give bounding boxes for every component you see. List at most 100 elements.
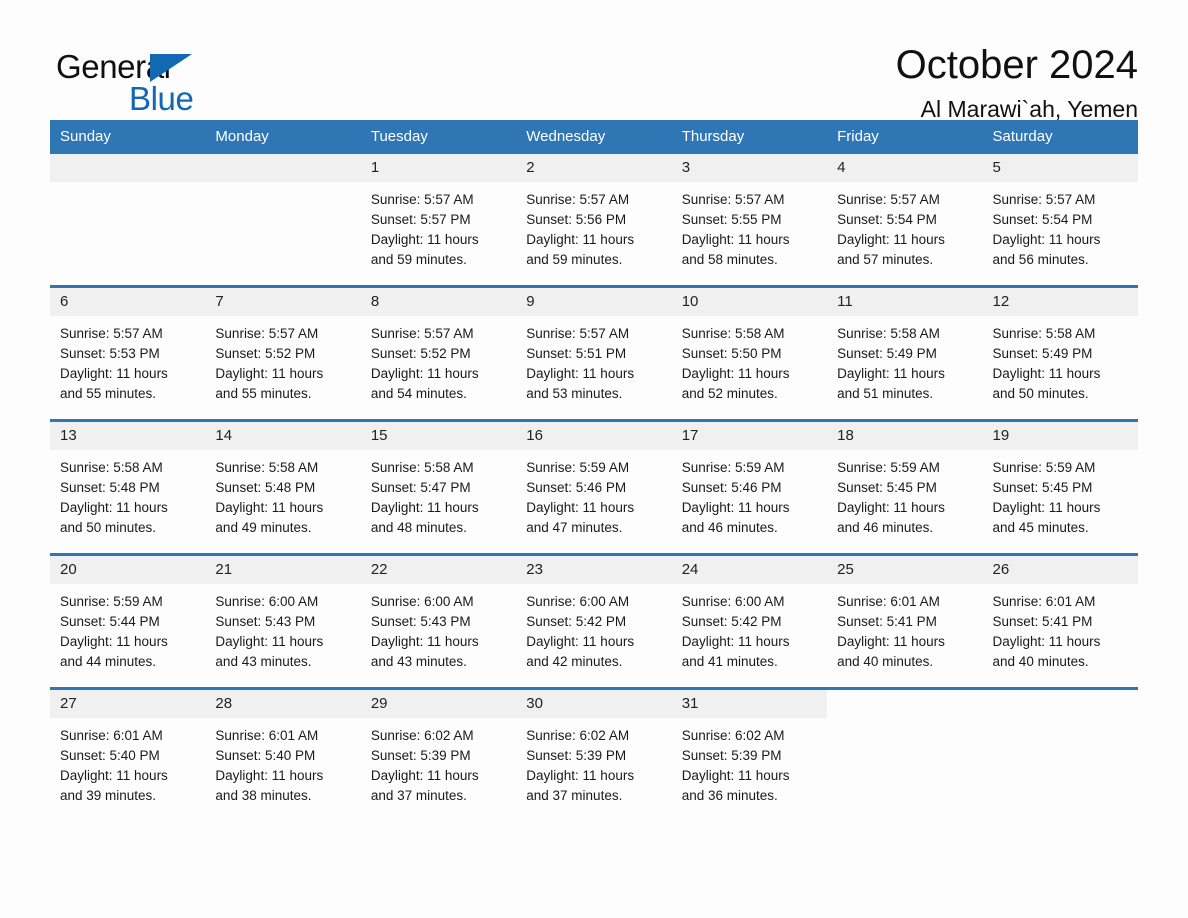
day-number: 5 bbox=[982, 154, 1138, 182]
calendar-day-cell[interactable]: 31 Sunrise: 6:02 AM Sunset: 5:39 PM Dayligh… bbox=[671, 690, 828, 821]
daylight-line-1: Daylight: 11 hours bbox=[992, 366, 1101, 381]
daylight-line-1: Daylight: 11 hours bbox=[215, 634, 324, 649]
calendar-day-cell[interactable]: 12 Sunrise: 5:58 AM Sunset: 5:49 PM Dayligh… bbox=[982, 288, 1138, 419]
sunset-time: Sunset: 5:55 PM bbox=[681, 212, 782, 227]
day-number: 4 bbox=[827, 154, 983, 182]
daylight-line-1: Daylight: 11 hours bbox=[526, 768, 635, 783]
day-details: Sunrise: 6:01 AM Sunset: 5:40 PM Daylight:… bbox=[50, 718, 205, 806]
day-number bbox=[50, 154, 206, 182]
day-number: 14 bbox=[205, 422, 361, 450]
day-details: Sunrise: 5:59 AM Sunset: 5:44 PM Daylight:… bbox=[50, 584, 205, 672]
sunset-time: Sunset: 5:48 PM bbox=[215, 480, 316, 495]
day-details: Sunrise: 6:01 AM Sunset: 5:41 PM Daylight:… bbox=[983, 584, 1138, 672]
sunset-time: Sunset: 5:43 PM bbox=[370, 614, 471, 629]
calendar-day-cell[interactable]: 27 Sunrise: 6:01 AM Sunset: 5:40 PM Dayligh… bbox=[50, 690, 206, 821]
calendar-day-cell[interactable]: 8 Sunrise: 5:57 AM Sunset: 5:52 PM Daylight… bbox=[360, 288, 517, 419]
sunrise-time: Sunrise: 5:58 AM bbox=[370, 460, 474, 475]
sunset-time: Sunset: 5:56 PM bbox=[526, 212, 627, 227]
sunset-time: Sunset: 5:40 PM bbox=[60, 748, 160, 763]
day-details: Sunrise: 6:00 AM Sunset: 5:42 PM Daylight:… bbox=[516, 584, 671, 672]
calendar-day-cell[interactable]: 13 Sunrise: 5:58 AM Sunset: 5:48 PM Dayligh… bbox=[50, 422, 206, 553]
calendar-cell-empty bbox=[827, 690, 982, 821]
sunrise-time: Sunrise: 5:57 AM bbox=[526, 192, 630, 207]
daylight-line-2: and 46 minutes. bbox=[837, 520, 934, 535]
calendar-day-cell[interactable]: 10 Sunrise: 5:58 AM Sunset: 5:50 PM Dayligh… bbox=[671, 288, 828, 419]
day-details: Sunrise: 5:57 AM Sunset: 5:55 PM Daylight:… bbox=[672, 182, 827, 270]
calendar-day-cell[interactable]: 7 Sunrise: 5:57 AM Sunset: 5:52 PM Daylight… bbox=[205, 288, 361, 419]
day-details: Sunrise: 5:57 AM Sunset: 5:52 PM Daylight:… bbox=[205, 316, 360, 404]
location-subtitle: Al Marawi`ah, Yemen bbox=[920, 96, 1138, 122]
sunrise-time: Sunrise: 5:57 AM bbox=[215, 326, 319, 341]
daylight-line-1: Daylight: 11 hours bbox=[370, 366, 479, 381]
calendar-day-cell[interactable]: 30 Sunrise: 6:02 AM Sunset: 5:39 PM Dayligh… bbox=[516, 690, 672, 821]
calendar-day-cell[interactable]: 6 Sunrise: 5:57 AM Sunset: 5:53 PM Daylight… bbox=[50, 288, 206, 419]
daylight-line-1: Daylight: 11 hours bbox=[526, 366, 635, 381]
calendar-day-cell[interactable]: 11 Sunrise: 5:58 AM Sunset: 5:49 PM Dayligh… bbox=[827, 288, 983, 419]
sunset-time: Sunset: 5:41 PM bbox=[837, 614, 937, 629]
title-block: October 2024 Al Marawi`ah, Yemen bbox=[896, 42, 1138, 127]
daylight-line-1: Daylight: 11 hours bbox=[837, 232, 945, 247]
day-number: 10 bbox=[671, 288, 828, 316]
sunset-time: Sunset: 5:39 PM bbox=[526, 748, 627, 763]
general-blue-logo[interactable]: General Blue bbox=[50, 42, 200, 115]
sunrise-time: Sunrise: 6:00 AM bbox=[526, 594, 630, 609]
calendar-day-cell[interactable]: 4 Sunrise: 5:57 AM Sunset: 5:54 PM Daylight… bbox=[827, 154, 983, 285]
calendar-day-cell[interactable]: 20 Sunrise: 5:59 AM Sunset: 5:44 PM Dayligh… bbox=[50, 556, 206, 687]
calendar-day-cell[interactable]: 5 Sunrise: 5:57 AM Sunset: 5:54 PM Daylight… bbox=[982, 154, 1138, 285]
daylight-line-1: Daylight: 11 hours bbox=[526, 500, 635, 515]
day-details: Sunrise: 5:58 AM Sunset: 5:47 PM Daylight:… bbox=[361, 450, 516, 538]
daylight-line-2: and 56 minutes. bbox=[992, 252, 1089, 267]
sunset-time: Sunset: 5:49 PM bbox=[992, 346, 1093, 361]
daylight-line-1: Daylight: 11 hours bbox=[215, 768, 324, 783]
calendar-day-cell[interactable]: 16 Sunrise: 5:59 AM Sunset: 5:46 PM Dayligh… bbox=[516, 422, 672, 553]
sunset-time: Sunset: 5:46 PM bbox=[681, 480, 782, 495]
calendar-day-cell[interactable]: 14 Sunrise: 5:58 AM Sunset: 5:48 PM Dayligh… bbox=[205, 422, 361, 553]
day-number: 29 bbox=[360, 690, 517, 718]
sunrise-sunset-calendar: Sunday Monday Tuesday Wednesday Thursday Frid… bbox=[50, 120, 1138, 821]
calendar-day-cell[interactable]: 17 Sunrise: 5:59 AM Sunset: 5:46 PM Dayligh… bbox=[671, 422, 828, 553]
sunset-time: Sunset: 5:50 PM bbox=[681, 346, 782, 361]
sunrise-time: Sunrise: 5:58 AM bbox=[837, 326, 940, 341]
calendar-day-cell[interactable]: 21 Sunrise: 6:00 AM Sunset: 5:43 PM Dayligh… bbox=[205, 556, 361, 687]
calendar-day-cell[interactable]: 1 Sunrise: 5:57 AM Sunset: 5:57 PM Daylight… bbox=[360, 154, 517, 285]
day-number: 11 bbox=[827, 288, 983, 316]
daylight-line-2: and 42 minutes. bbox=[526, 654, 623, 669]
day-number: 19 bbox=[982, 422, 1138, 450]
sunset-time: Sunset: 5:48 PM bbox=[60, 480, 160, 495]
sunrise-time: Sunrise: 5:59 AM bbox=[60, 594, 163, 609]
calendar-day-cell[interactable]: 19 Sunrise: 5:59 AM Sunset: 5:45 PM Dayligh… bbox=[982, 422, 1138, 553]
column-header-monday: Monday bbox=[205, 120, 361, 154]
daylight-line-1: Daylight: 11 hours bbox=[215, 366, 324, 381]
column-header-tuesday: Tuesday bbox=[360, 120, 517, 154]
calendar-day-cell[interactable]: 3 Sunrise: 5:57 AM Sunset: 5:55 PM Daylight… bbox=[671, 154, 828, 285]
calendar-day-cell[interactable]: 28 Sunrise: 6:01 AM Sunset: 5:40 PM Dayligh… bbox=[205, 690, 361, 821]
calendar-day-cell[interactable]: 15 Sunrise: 5:58 AM Sunset: 5:47 PM Dayligh… bbox=[360, 422, 517, 553]
calendar-day-cell[interactable]: 22 Sunrise: 6:00 AM Sunset: 5:43 PM Dayligh… bbox=[360, 556, 517, 687]
calendar-day-cell[interactable]: 24 Sunrise: 6:00 AM Sunset: 5:42 PM Dayligh… bbox=[671, 556, 828, 687]
calendar-day-cell[interactable]: 23 Sunrise: 6:00 AM Sunset: 5:42 PM Dayligh… bbox=[516, 556, 672, 687]
column-header-sunday: Sunday bbox=[50, 120, 206, 154]
sunrise-time: Sunrise: 6:02 AM bbox=[681, 728, 785, 743]
sunset-time: Sunset: 5:49 PM bbox=[837, 346, 937, 361]
calendar-day-cell[interactable]: 2 Sunrise: 5:57 AM Sunset: 5:56 PM Daylight… bbox=[516, 154, 672, 285]
day-details bbox=[205, 182, 360, 190]
calendar-day-cell[interactable]: 26 Sunrise: 6:01 AM Sunset: 5:41 PM Dayligh… bbox=[982, 556, 1138, 687]
daylight-line-1: Daylight: 11 hours bbox=[992, 634, 1101, 649]
daylight-line-1: Daylight: 11 hours bbox=[370, 500, 479, 515]
day-details: Sunrise: 5:57 AM Sunset: 5:56 PM Daylight:… bbox=[516, 182, 671, 270]
daylight-line-1: Daylight: 11 hours bbox=[60, 768, 168, 783]
daylight-line-2: and 39 minutes. bbox=[60, 788, 157, 803]
daylight-line-2: and 55 minutes. bbox=[60, 386, 157, 401]
calendar-day-cell[interactable]: 9 Sunrise: 5:57 AM Sunset: 5:51 PM Daylight… bbox=[516, 288, 672, 419]
daylight-line-2: and 38 minutes. bbox=[215, 788, 312, 803]
daylight-line-2: and 52 minutes. bbox=[681, 386, 778, 401]
calendar-day-cell[interactable]: 25 Sunrise: 6:01 AM Sunset: 5:41 PM Dayligh… bbox=[827, 556, 983, 687]
calendar-week-row: 1 Sunrise: 5:57 AM Sunset: 5:57 PM Daylight… bbox=[50, 154, 1138, 287]
daylight-line-2: and 37 minutes. bbox=[370, 788, 467, 803]
day-details bbox=[50, 182, 205, 190]
calendar-day-cell[interactable]: 29 Sunrise: 6:02 AM Sunset: 5:39 PM Dayligh… bbox=[360, 690, 517, 821]
daylight-line-1: Daylight: 11 hours bbox=[370, 634, 479, 649]
calendar-day-cell[interactable]: 18 Sunrise: 5:59 AM Sunset: 5:45 PM Dayligh… bbox=[827, 422, 983, 553]
day-number: 18 bbox=[827, 422, 983, 450]
day-number: 1 bbox=[360, 154, 517, 182]
